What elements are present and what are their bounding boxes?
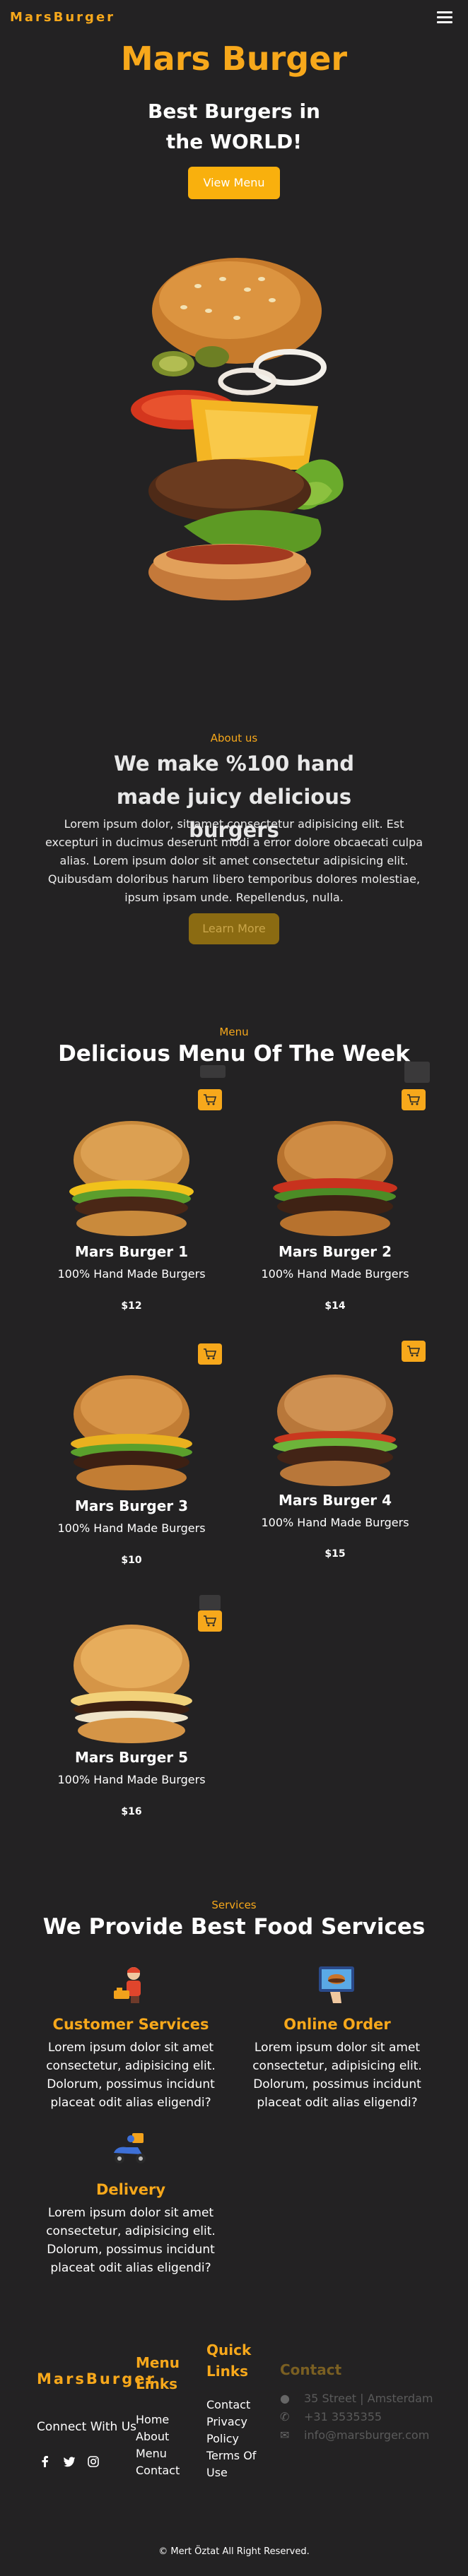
service-card: Online Order Lorem ipsum dolor sit amet … [245, 1964, 430, 2119]
service-card: Customer Services Lorem ipsum dolor sit … [38, 1964, 223, 2119]
burger-image [71, 1625, 192, 1743]
contact-address-text: 35 Street | Amsterdam [304, 2392, 433, 2405]
hero-burger-image [131, 258, 344, 600]
menu-item-desc: 100% Hand Made Burgers [57, 1773, 206, 1786]
about-text: Lorem ipsum dolor, sit amet consectetur … [45, 817, 423, 904]
burger-image [273, 1121, 397, 1236]
facebook-icon[interactable] [40, 2456, 51, 2467]
topbar: MarsBurger [0, 0, 468, 37]
contact-phone-text: +31 3535355 [304, 2410, 382, 2423]
footer-link-terms[interactable]: Terms Of Use [206, 2447, 263, 2481]
menu-title: Delicious Menu Of The Week [58, 1041, 410, 1067]
service-text: Lorem ipsum dolor sit amet consectetur, … [46, 2041, 216, 2110]
menu-item-price: $16 [121, 1806, 142, 1817]
footer-link-menu[interactable]: Menu [136, 2445, 180, 2462]
service-text: Lorem ipsum dolor sit amet consectetur, … [46, 2206, 216, 2275]
view-menu-button[interactable]: View Menu [188, 167, 280, 199]
menu-item-name: Mars Burger 2 [278, 1243, 392, 1260]
burger-image [69, 1121, 194, 1236]
cart-icon[interactable] [402, 1089, 426, 1110]
footer-contact-title: Contact [280, 2361, 342, 2378]
hamburger-menu-icon[interactable] [437, 11, 452, 24]
placeholder-square [199, 1595, 221, 1610]
footer-quick-title: Quick Links [206, 2341, 252, 2380]
footer-link-contact[interactable]: Contact [136, 2462, 180, 2479]
services-title: We Provide Best Food Services [42, 1914, 426, 1940]
footer-menu-title: Menu Links [136, 2354, 180, 2392]
hero-subtitle: Best Burgers in the WORLD! [147, 100, 320, 153]
services-kicker: Services [211, 1899, 257, 1911]
menu-item-desc: 100% Hand Made Burgers [57, 1521, 206, 1535]
contact-email: ✉ info@marsburger.com [280, 2428, 429, 2442]
placeholder-square [404, 1062, 430, 1083]
service-title: Delivery [95, 2181, 166, 2198]
menu-item-name: Mars Burger 4 [278, 1492, 392, 1509]
menu-item-desc: 100% Hand Made Burgers [261, 1516, 409, 1529]
placeholder-square [200, 1065, 226, 1078]
burger-image [273, 1375, 397, 1486]
menu-card: Mars Burger 1 100% Hand Made Burgers $12 [40, 1089, 223, 1322]
menu-item-desc: 100% Hand Made Burgers [57, 1267, 206, 1281]
page: MarsBurger Mars Burger Best Burgers in t… [0, 0, 468, 2576]
footer-connect-label: Connect With Us [37, 2420, 136, 2434]
menu-item-price: $14 [324, 1300, 346, 1312]
footer-link-about[interactable]: About [136, 2428, 180, 2445]
menu-card: Mars Burger 3 100% Hand Made Burgers $10 [40, 1343, 223, 1577]
contact-address: ● 35 Street | Amsterdam [280, 2392, 433, 2405]
service-title: Customer Services [52, 2016, 209, 2033]
cart-icon[interactable] [198, 1610, 222, 1632]
twitter-icon[interactable] [64, 2456, 76, 2467]
menu-card: Mars Burger 4 100% Hand Made Burgers $15 [243, 1341, 427, 1574]
menu-card: Mars Burger 5 100% Hand Made Burgers $16 [40, 1595, 223, 1828]
customer-service-icon [114, 1967, 141, 2003]
menu-kicker: Menu [219, 1026, 249, 1038]
learn-more-button[interactable]: Learn More [189, 913, 279, 944]
instagram-icon[interactable] [88, 2456, 99, 2467]
footer-brand[interactable]: MarsBurger [37, 2368, 154, 2391]
service-title: Online Order [283, 2016, 391, 2033]
footer-link-contact[interactable]: Contact [206, 2397, 263, 2414]
online-order-icon [319, 1966, 354, 2003]
menu-card: Mars Burger 2 100% Hand Made Burgers $14 [243, 1089, 427, 1322]
cart-icon[interactable] [402, 1341, 426, 1362]
menu-item-name: Mars Burger 3 [74, 1497, 189, 1514]
service-card: Delivery Lorem ipsum dolor sit amet cons… [38, 2129, 223, 2284]
contact-email-text: info@marsburger.com [304, 2428, 430, 2442]
burger-image [71, 1375, 192, 1490]
location-icon: ● [280, 2392, 290, 2405]
menu-item-name: Mars Burger 5 [74, 1749, 189, 1766]
cart-icon[interactable] [198, 1343, 222, 1365]
brand-logo[interactable]: MarsBurger [10, 10, 115, 25]
footer-link-home[interactable]: Home [136, 2411, 180, 2428]
footer-menu-links: Home About Menu Contact [136, 2411, 180, 2479]
social-links [40, 2456, 117, 2470]
about-kicker: About us [210, 732, 258, 744]
menu-item-price: $12 [121, 1300, 142, 1312]
menu-item-name: Mars Burger 1 [74, 1243, 189, 1260]
menu-item-price: $15 [324, 1548, 346, 1560]
menu-item-price: $10 [121, 1555, 142, 1566]
contact-phone: ✆ +31 3535355 [280, 2410, 382, 2423]
delivery-icon [114, 2133, 146, 2164]
email-icon: ✉ [280, 2428, 290, 2442]
copyright: © Mert Öztat All Right Reserved. [158, 2546, 310, 2557]
footer-quick-links: Contact Privacy Policy Terms Of Use [206, 2397, 263, 2481]
phone-icon: ✆ [280, 2410, 290, 2423]
hero-title: Mars Burger [120, 40, 348, 78]
cart-icon[interactable] [198, 1089, 222, 1110]
menu-item-desc: 100% Hand Made Burgers [261, 1267, 409, 1281]
service-text: Lorem ipsum dolor sit amet consectetur, … [252, 2041, 422, 2110]
footer-link-privacy[interactable]: Privacy Policy [206, 2414, 263, 2447]
